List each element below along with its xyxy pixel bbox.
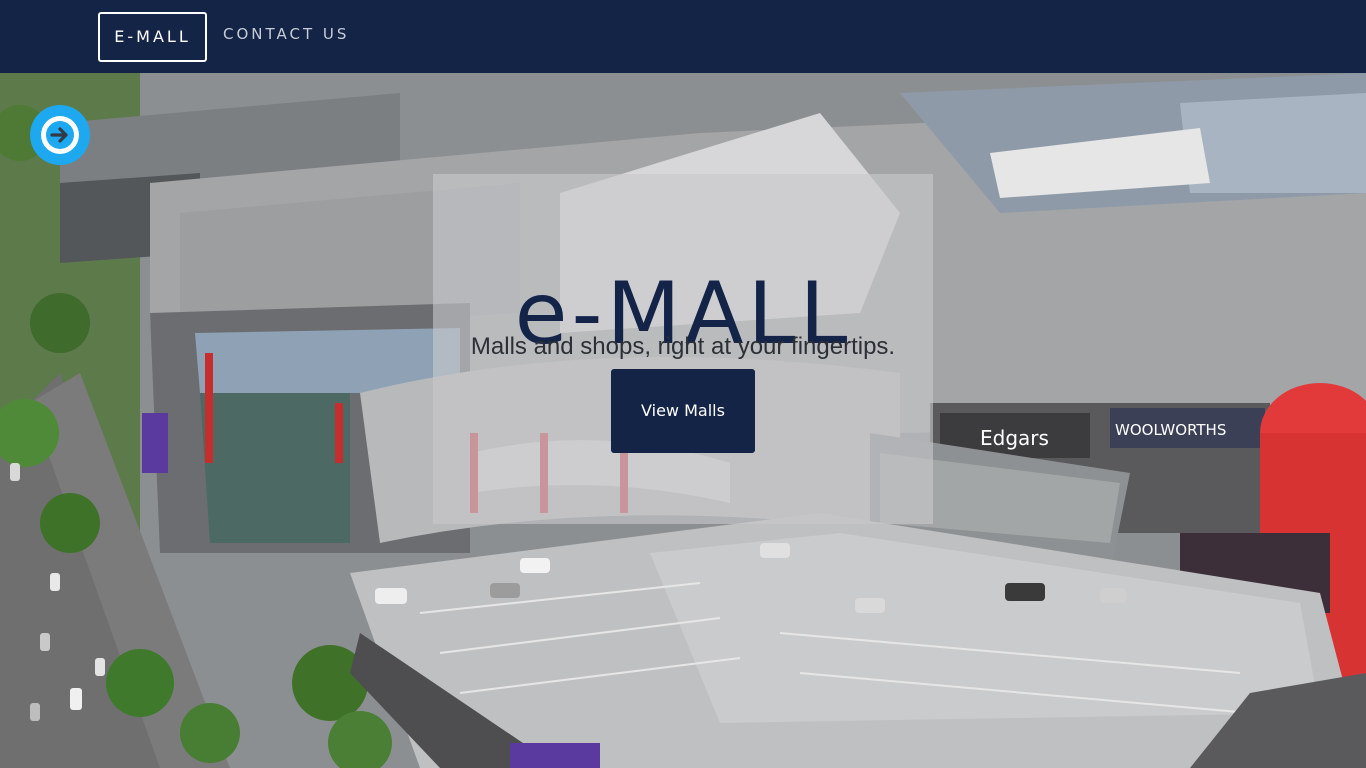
edgars-sign: Edgars: [980, 426, 1049, 450]
hero-tagline: Malls and shops, right at your fingertip…: [470, 333, 896, 360]
page: E-MALL CONTACT US Edgars WOOLWORTHS e-MA…: [0, 0, 1366, 768]
arrow-right-icon: [41, 116, 79, 154]
top-navbar: E-MALL CONTACT US: [0, 0, 1366, 73]
brand-home-link[interactable]: E-MALL: [98, 12, 207, 62]
contact-us-link[interactable]: CONTACT US: [223, 22, 349, 46]
woolworths-sign: WOOLWORTHS: [1115, 421, 1226, 439]
view-malls-button[interactable]: View Malls: [611, 369, 755, 453]
arrow-navigation-button[interactable]: [30, 105, 90, 165]
